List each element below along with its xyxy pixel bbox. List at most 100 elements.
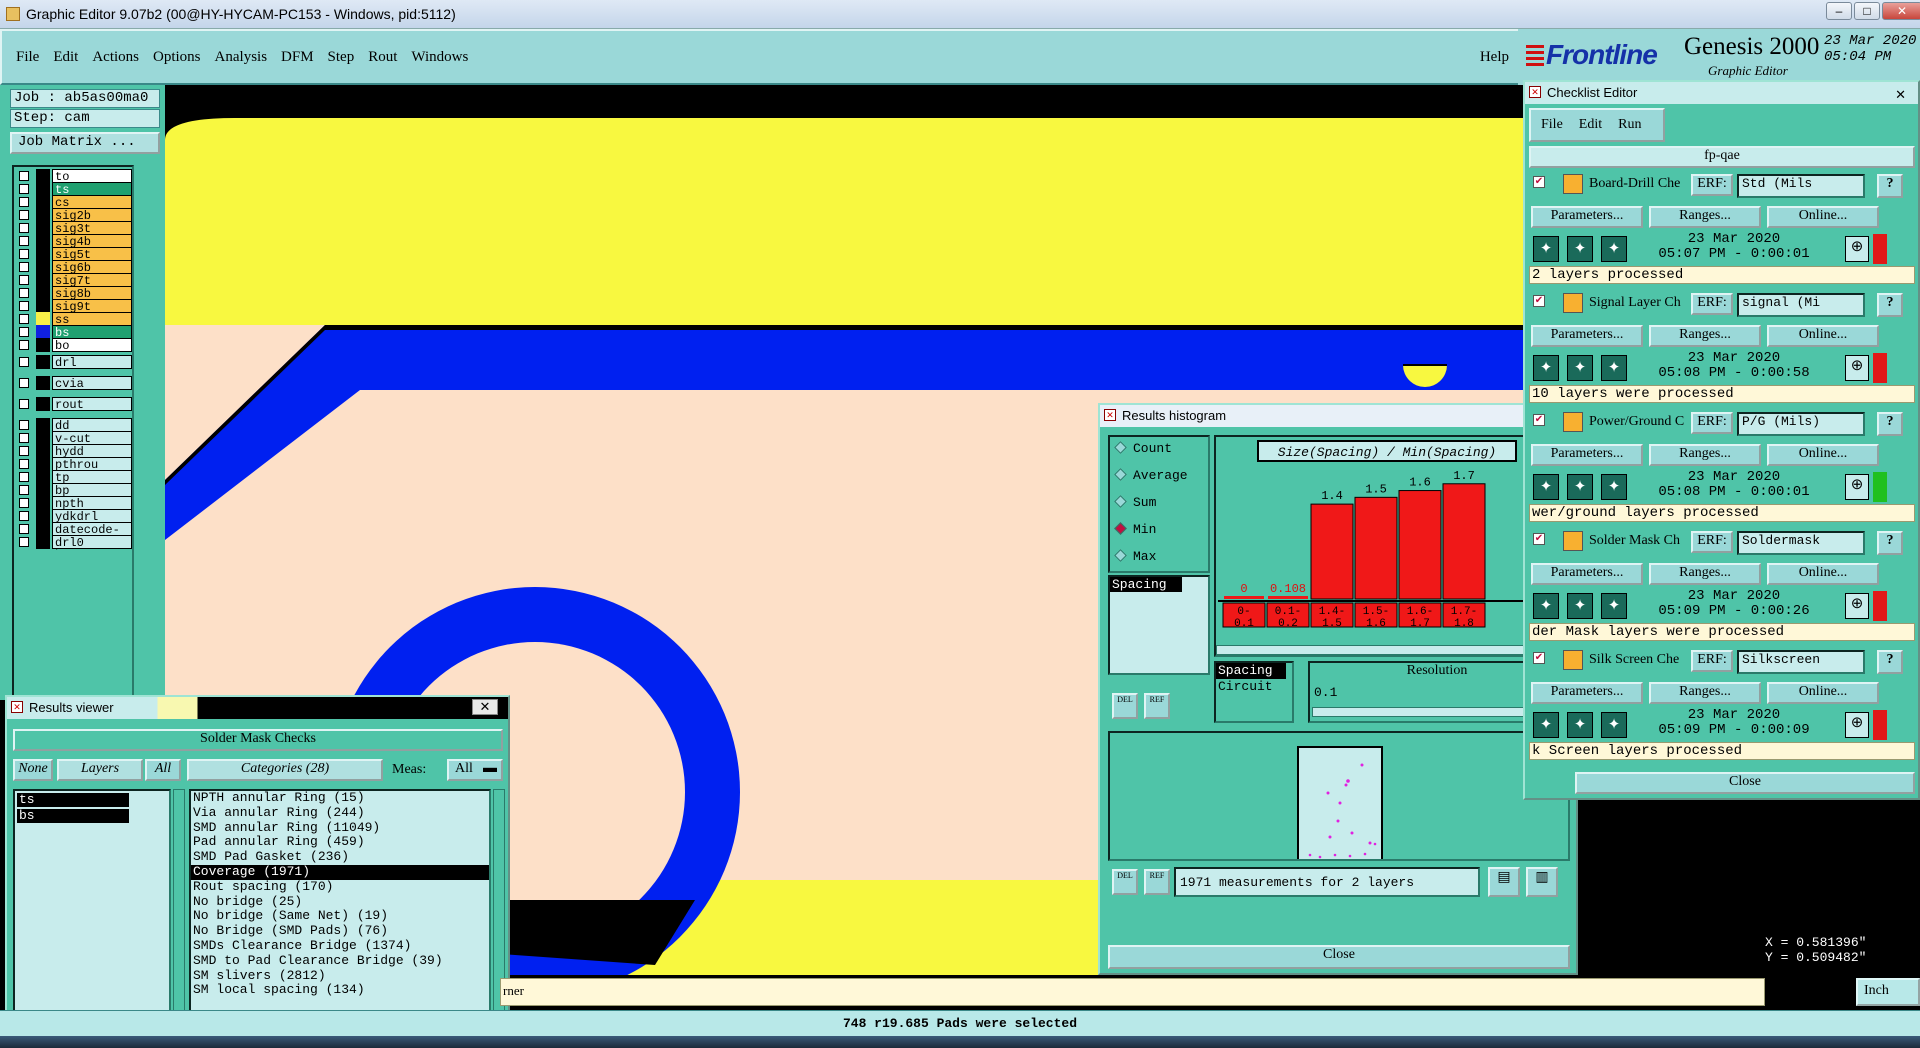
run-stop-icon[interactable]: ✦ <box>1601 355 1627 381</box>
ranges-button[interactable]: Ranges... <box>1649 682 1761 704</box>
mode-option[interactable]: Max <box>1110 545 1208 572</box>
zoom-icon[interactable]: ⊕ <box>1845 355 1869 381</box>
category-item[interactable]: SMDs Clearance Bridge (1374) <box>191 938 489 954</box>
layer-color-swatch[interactable] <box>36 483 50 497</box>
run-all-icon[interactable]: ✦ <box>1567 474 1593 500</box>
layer-color-swatch[interactable] <box>36 509 50 523</box>
layer-color-swatch[interactable] <box>36 169 50 183</box>
del-button[interactable]: DEL <box>1112 693 1138 719</box>
layer-color-swatch[interactable] <box>36 444 50 458</box>
layer-row[interactable]: drl0 <box>16 535 134 550</box>
category-list[interactable]: NPTH annular Ring (15) Via annular Ring (… <box>189 789 491 1039</box>
histogram-list[interactable]: Spacing <box>1108 575 1210 675</box>
layer-row[interactable]: sig5t <box>16 247 134 262</box>
zoom-icon[interactable]: ⊕ <box>1845 236 1869 262</box>
help-icon[interactable]: ? <box>1877 531 1903 555</box>
layer-name[interactable]: cvia <box>52 376 132 391</box>
layer-row[interactable]: rout <box>16 397 134 412</box>
online-button[interactable]: Online... <box>1767 206 1879 228</box>
layer-name[interactable]: sig4b <box>52 234 132 249</box>
erf-button[interactable]: ERF: <box>1691 293 1733 315</box>
layer-row[interactable]: dd <box>16 418 134 433</box>
layer-results-list[interactable]: ts bs <box>13 789 171 1039</box>
menu-item[interactable]: Actions <box>92 49 139 66</box>
resolution-slider[interactable] <box>1312 707 1558 717</box>
help-icon[interactable]: ? <box>1877 650 1903 674</box>
maximize-icon[interactable]: □ <box>1854 2 1880 20</box>
layer-row[interactable]: tp <box>16 470 134 485</box>
layer-color-swatch[interactable] <box>36 312 50 326</box>
layer-color-swatch[interactable] <box>36 397 50 411</box>
online-button[interactable]: Online... <box>1767 563 1879 585</box>
layer-name[interactable]: drl <box>52 355 132 370</box>
layer-checkbox[interactable] <box>19 485 29 495</box>
layer-color-swatch[interactable] <box>36 522 50 536</box>
category-item[interactable]: Coverage (1971) <box>191 864 489 880</box>
layer-checkbox[interactable] <box>19 472 29 482</box>
layer-name[interactable]: ydkdrl <box>52 509 132 524</box>
check-enable-checkbox[interactable]: ✔ <box>1533 533 1545 545</box>
menu-item[interactable]: Edit <box>53 49 78 66</box>
layer-row[interactable]: sig2b <box>16 208 134 223</box>
layer-checkbox[interactable] <box>19 537 29 547</box>
layer-row[interactable]: bo <box>16 338 134 353</box>
layer-color-swatch[interactable] <box>36 496 50 510</box>
check-enable-checkbox[interactable]: ✔ <box>1533 176 1545 188</box>
histogram-scrollbar[interactable] <box>1216 645 1566 655</box>
category-item[interactable]: Rout spacing (170) <box>191 879 489 895</box>
menu-item[interactable]: Rout <box>368 49 397 66</box>
layer-checkbox[interactable] <box>19 301 29 311</box>
layer-checkbox[interactable] <box>19 511 29 521</box>
layer-name[interactable]: rout <box>52 397 132 412</box>
zoom-icon[interactable]: ⊕ <box>1845 712 1869 738</box>
layer-checkbox[interactable] <box>19 210 29 220</box>
layer-row[interactable]: sig7t <box>16 273 134 288</box>
layer-row[interactable]: to <box>16 169 134 184</box>
close-icon[interactable]: ✕ <box>1895 84 1906 106</box>
layer-row[interactable]: ts <box>16 182 134 197</box>
histogram-close-button[interactable]: Close <box>1108 945 1570 969</box>
layer-checkbox[interactable] <box>19 275 29 285</box>
mode-option[interactable]: Count <box>1110 437 1208 464</box>
layer-name[interactable]: to <box>52 169 132 184</box>
layer-row[interactable]: bp <box>16 483 134 498</box>
sub-list-item[interactable]: Spacing <box>1216 663 1286 679</box>
layer-checkbox[interactable] <box>19 433 29 443</box>
ref-button[interactable]: REF <box>1144 693 1170 719</box>
layer-checkbox[interactable] <box>19 446 29 456</box>
checklist-menu-item[interactable]: Run <box>1618 117 1641 133</box>
layer-name[interactable]: cs <box>52 195 132 210</box>
layer-name[interactable]: bo <box>52 338 132 353</box>
erf-field[interactable]: Soldermask <box>1737 531 1865 555</box>
erf-button[interactable]: ERF: <box>1691 650 1733 672</box>
layer-list-scrollbar[interactable] <box>173 789 185 1039</box>
layer-checkbox[interactable] <box>19 249 29 259</box>
layer-color-swatch[interactable] <box>36 457 50 471</box>
layer-row[interactable]: drl <box>16 355 134 370</box>
layer-name[interactable]: dd <box>52 418 132 433</box>
sub-list[interactable]: Spacing Circuit <box>1214 661 1294 723</box>
units-button[interactable]: Inch <box>1856 978 1920 1006</box>
radio-icon[interactable] <box>1114 549 1127 562</box>
run-stop-icon[interactable]: ✦ <box>1601 593 1627 619</box>
layer-row[interactable]: hydd <box>16 444 134 459</box>
layer-name[interactable]: pthrou <box>52 457 132 472</box>
online-button[interactable]: Online... <box>1767 444 1879 466</box>
parameters-button[interactable]: Parameters... <box>1531 563 1643 585</box>
checklist-close-button[interactable]: Close <box>1575 772 1915 794</box>
menu-item[interactable]: Step <box>328 49 355 66</box>
layer-row[interactable]: bs <box>16 325 134 340</box>
layer-name[interactable]: sig8b <box>52 286 132 301</box>
ranges-button[interactable]: Ranges... <box>1649 563 1761 585</box>
layer-name[interactable]: datecode-ptc <box>52 522 132 551</box>
layer-color-swatch[interactable] <box>36 325 50 339</box>
histogram-list-item[interactable]: Spacing <box>1110 577 1182 592</box>
layer-name[interactable]: tp <box>52 470 132 485</box>
category-item[interactable]: No bridge (25) <box>191 894 489 910</box>
zoom-icon[interactable]: ⊕ <box>1845 593 1869 619</box>
checklist-menu-item[interactable]: Edit <box>1579 117 1602 133</box>
parameters-button[interactable]: Parameters... <box>1531 682 1643 704</box>
erf-button[interactable]: ERF: <box>1691 531 1733 553</box>
online-button[interactable]: Online... <box>1767 325 1879 347</box>
online-button[interactable]: Online... <box>1767 682 1879 704</box>
